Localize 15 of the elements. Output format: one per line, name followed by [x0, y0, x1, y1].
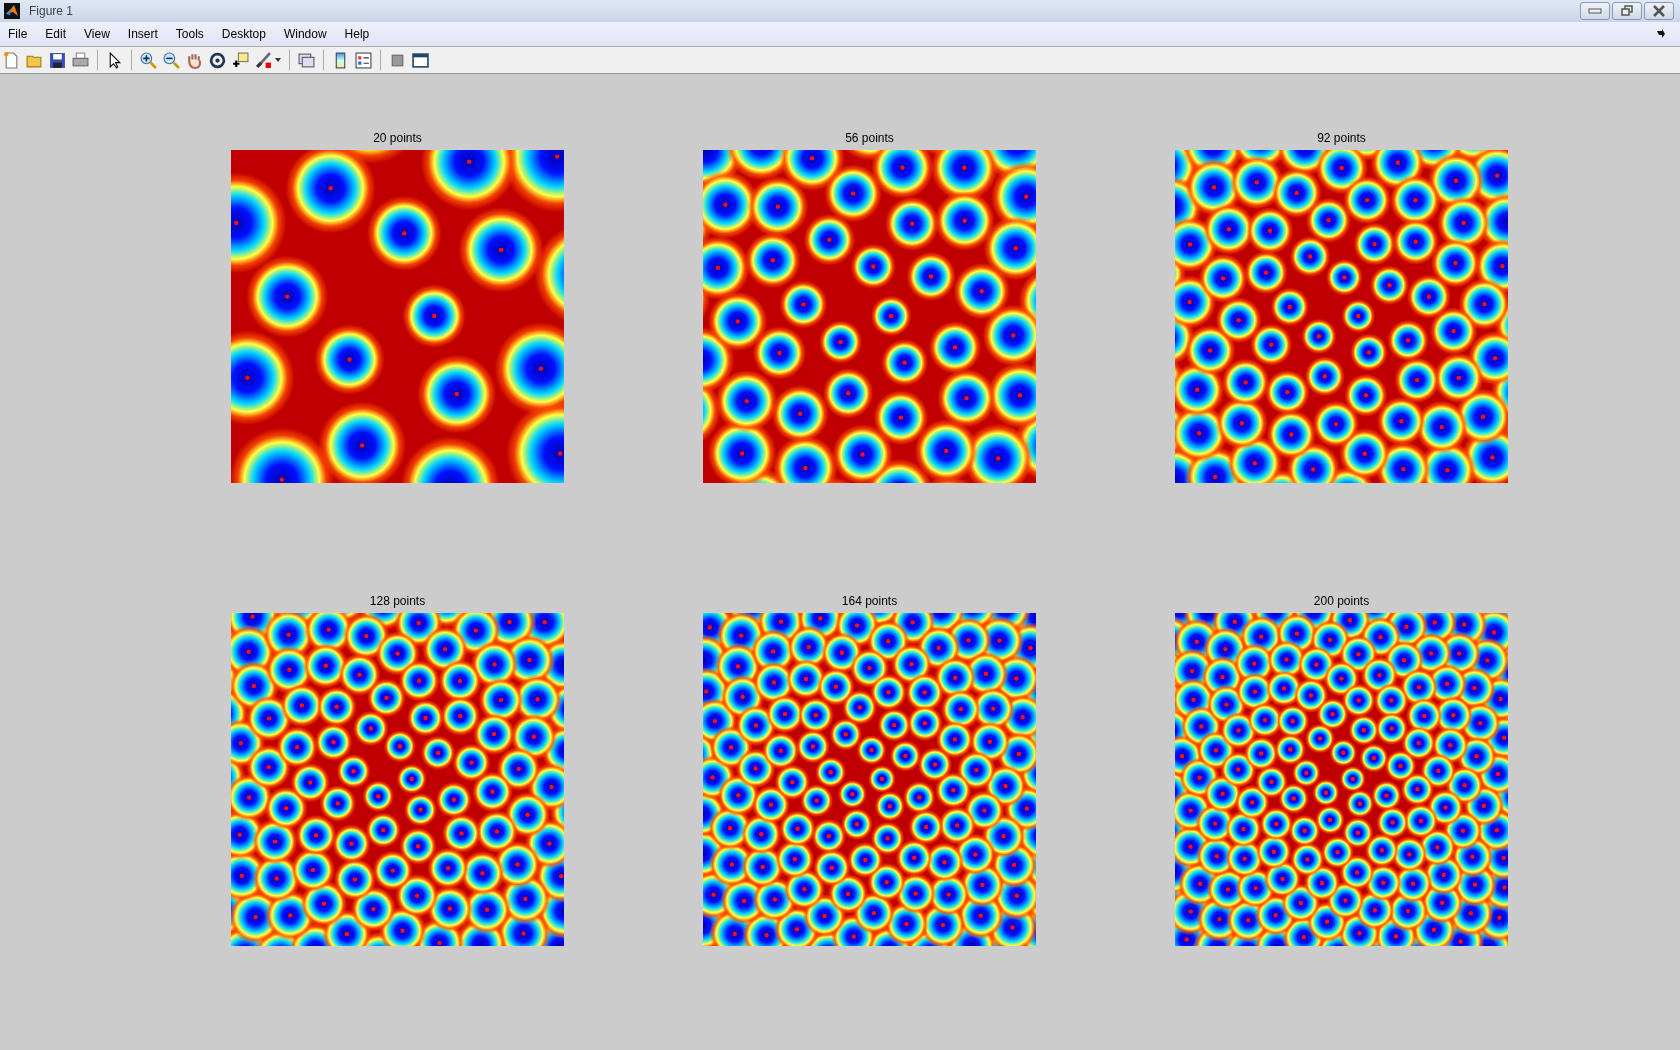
- menu-item[interactable]: Window: [283, 27, 336, 41]
- plot-title: 92 points: [1317, 130, 1366, 147]
- menu-item[interactable]: View: [84, 27, 119, 41]
- plot-title: 200 points: [1313, 593, 1370, 610]
- menu-item[interactable]: Edit: [45, 27, 76, 41]
- plot-title: 20 points: [373, 130, 422, 147]
- menu-item[interactable]: File: [8, 27, 37, 41]
- plot-title: 56 points: [845, 130, 894, 147]
- menu-item[interactable]: Help: [344, 27, 379, 41]
- menu-item[interactable]: Desktop: [221, 27, 275, 41]
- menu-item[interactable]: Tools: [175, 27, 213, 41]
- menu-item[interactable]: Insert: [127, 27, 167, 41]
- window-title: Figure 1: [29, 4, 74, 18]
- plot-title: 128 points: [369, 593, 426, 610]
- plot-title: 164 points: [841, 593, 898, 610]
